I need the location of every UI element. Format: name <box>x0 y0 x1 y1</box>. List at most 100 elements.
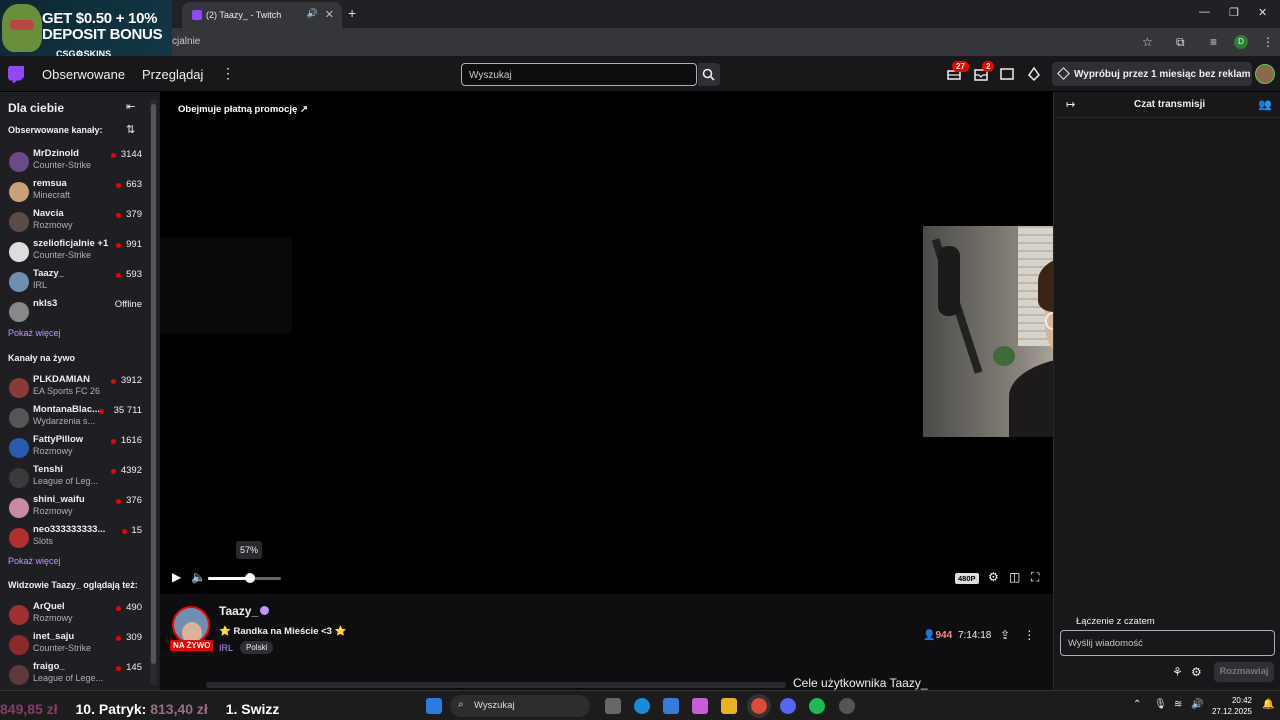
channel-item[interactable]: szelioficjalnie +1 Counter-Strike 991 <box>0 238 148 268</box>
channel-item[interactable]: remsua Minecraft 663 <box>0 178 148 208</box>
play-icon[interactable]: ▶ <box>172 570 181 584</box>
app-icon[interactable] <box>839 698 855 714</box>
show-more-live[interactable]: Pokaż więcej <box>8 556 61 566</box>
task-view-icon[interactable] <box>605 698 621 714</box>
user-avatar[interactable] <box>1255 64 1275 84</box>
settings-gear-icon[interactable]: ⚙ <box>988 570 999 584</box>
browser-menu-icon[interactable]: ⋮ <box>1262 35 1274 49</box>
taskbar-search[interactable]: ⌕ Wyszukaj <box>450 695 590 717</box>
address-bar[interactable]: cjalnie ☆ ⧉ ≡ ⋮ <box>0 28 1280 56</box>
sidebar-scrollbar[interactable] <box>150 100 157 685</box>
channel-item[interactable]: Navcia Rozmowy 379 <box>0 208 148 238</box>
browser-tab-active[interactable]: (2) Taazy_ - Twitch 🔊 ✕ <box>182 2 342 28</box>
volume-slider[interactable] <box>208 573 281 583</box>
more-options-icon[interactable]: ⋮ <box>1023 628 1035 642</box>
tray-overflow-icon[interactable]: ⌃ <box>1133 699 1141 710</box>
collapse-sidebar-icon[interactable]: ⇤ <box>126 100 135 113</box>
chat-message-input[interactable]: Wyślij wiadomość <box>1060 630 1275 656</box>
bookmark-star-icon[interactable]: ☆ <box>1142 35 1153 49</box>
channel-item[interactable]: PLKDAMIAN EA Sports FC 26 3912 <box>0 374 148 404</box>
chrome-icon[interactable] <box>747 694 771 718</box>
tab-audio-icon[interactable]: 🔊 <box>307 8 318 19</box>
channel-item[interactable]: fraigo_ League of Lege... 145 <box>0 661 148 691</box>
url-text[interactable]: cjalnie <box>172 36 200 47</box>
channel-name: neo333333333... <box>33 524 106 535</box>
reading-list-icon[interactable]: ≡ <box>1210 35 1217 49</box>
channel-item[interactable]: nkls3 Offline <box>0 298 148 328</box>
chat-bits-icon[interactable]: ⚘ <box>1172 665 1183 679</box>
nav-browse[interactable]: Przeglądaj <box>142 67 203 82</box>
twitch-top-nav: Obserwowane Przeglądaj ⋮ Wyszukaj 27 2 W… <box>0 56 1280 92</box>
chat-users-icon[interactable]: 👥 <box>1258 98 1272 111</box>
horizontal-scrollbar[interactable] <box>206 682 786 688</box>
channel-item[interactable]: Taazy_ IRL 593 <box>0 268 148 298</box>
more-menu-icon[interactable]: ⋮ <box>221 65 235 82</box>
channel-item[interactable]: inet_saju Counter-Strike 309 <box>0 631 148 661</box>
chat-send-button[interactable]: Rozmawiaj <box>1214 662 1274 682</box>
twitch-logo-icon[interactable] <box>8 66 24 83</box>
channel-item[interactable]: MrDzinold Counter-Strike 3144 <box>0 148 148 178</box>
channel-avatar <box>9 665 29 685</box>
volume-icon[interactable]: 🔈 <box>191 570 206 584</box>
browser-profile-avatar[interactable]: D <box>1234 35 1248 49</box>
faded-overlay-panel <box>160 238 292 334</box>
wifi-icon[interactable]: ≋ <box>1174 699 1182 710</box>
notification-center-icon[interactable]: 🔔 <box>1262 699 1274 710</box>
sort-icon[interactable]: ⇅ <box>126 123 135 136</box>
streamer-name[interactable]: Taazy_ <box>219 604 258 618</box>
collapse-chat-icon[interactable]: ↦ <box>1066 98 1075 111</box>
file-explorer-icon[interactable] <box>721 698 737 714</box>
language-tag[interactable]: Polski <box>240 641 274 654</box>
copilot-icon[interactable] <box>692 698 708 714</box>
channel-item[interactable]: neo333333333... Slots 15 <box>0 524 148 554</box>
channel-item[interactable]: Tenshi League of Leg... 4392 <box>0 464 148 494</box>
minimize-button[interactable]: — <box>1199 6 1210 18</box>
channel-avatar <box>9 528 29 548</box>
stream-category[interactable]: IRL <box>219 643 233 653</box>
spotify-icon[interactable] <box>809 698 825 714</box>
tab-close-icon[interactable]: ✕ <box>325 8 334 21</box>
quality-badge[interactable]: 480P <box>955 573 979 584</box>
followed-heading: Obserwowane kanały: <box>8 125 103 135</box>
channel-item[interactable]: FattyPillow Rozmowy 1616 <box>0 434 148 464</box>
channel-viewers: 3144 <box>120 149 142 160</box>
microphone-icon[interactable]: 🎙 <box>1154 699 1167 710</box>
paid-promotion-notice[interactable]: Obejmuje płatną promocję ↗ <box>178 104 308 115</box>
channel-item[interactable]: MontanaBlac... Wydarzenia s... 35 711 <box>0 404 148 434</box>
fullscreen-icon[interactable]: ⛶ <box>1031 570 1039 585</box>
speaker-icon[interactable]: 🔊 <box>1191 699 1203 710</box>
extensions-icon[interactable]: ⧉ <box>1176 35 1185 50</box>
sidebar-scroll-thumb[interactable] <box>151 104 156 664</box>
show-more-followed[interactable]: Pokaż więcej <box>8 328 61 338</box>
search-input[interactable]: Wyszukaj <box>461 63 697 86</box>
paid-promotion-label: Obejmuje płatną promocję <box>178 104 298 115</box>
channel-avatar <box>9 242 29 262</box>
player-controls: ▶ 🔈 480P ⚙ ◫ ⛶ <box>160 564 1053 590</box>
turbo-promo-button[interactable]: Wypróbuj przez 1 miesiąc bez reklam <box>1052 62 1252 86</box>
theatre-mode-icon[interactable]: ◫ <box>1009 570 1020 584</box>
discord-icon[interactable] <box>780 698 796 714</box>
channel-item[interactable]: ArQuel Rozmowy 490 <box>0 601 148 631</box>
volume-knob[interactable] <box>244 573 255 583</box>
video-player[interactable]: Obejmuje płatną promocję ↗ 57% ▶ 🔈 480P … <box>160 92 1280 594</box>
new-tab-button[interactable]: + <box>348 5 356 21</box>
windows-start-icon[interactable] <box>426 698 442 714</box>
bits-icon[interactable] <box>1026 66 1042 82</box>
store-icon[interactable] <box>663 698 679 714</box>
channel-item[interactable]: shini_waifu Rozmowy 376 <box>0 494 148 524</box>
streamer-avatar[interactable] <box>172 606 210 644</box>
share-icon[interactable]: ⇪ <box>1000 628 1010 642</box>
edge-icon[interactable] <box>634 698 650 714</box>
volume-tooltip: 57% <box>236 541 262 559</box>
ad-headline-2: DEPOSIT BONUS <box>42 26 163 43</box>
chat-settings-icon[interactable]: ⚙ <box>1191 665 1202 679</box>
maximize-button[interactable]: ❐ <box>1229 6 1239 19</box>
whispers-icon[interactable] <box>999 66 1015 82</box>
tab-title: (2) Taazy_ - Twitch <box>206 10 282 20</box>
search-button[interactable] <box>698 63 720 86</box>
overlay-advertisement[interactable]: GET $0.50 + 10% DEPOSIT BONUS CSG⚙SKINS <box>0 0 172 62</box>
nav-following[interactable]: Obserwowane <box>42 67 125 82</box>
goals-heading: Cele użytkownika Taazy_ <box>793 676 928 690</box>
system-clock[interactable]: 20:42 27.12.2025 <box>1210 695 1252 717</box>
window-close-button[interactable]: ✕ <box>1258 6 1267 19</box>
